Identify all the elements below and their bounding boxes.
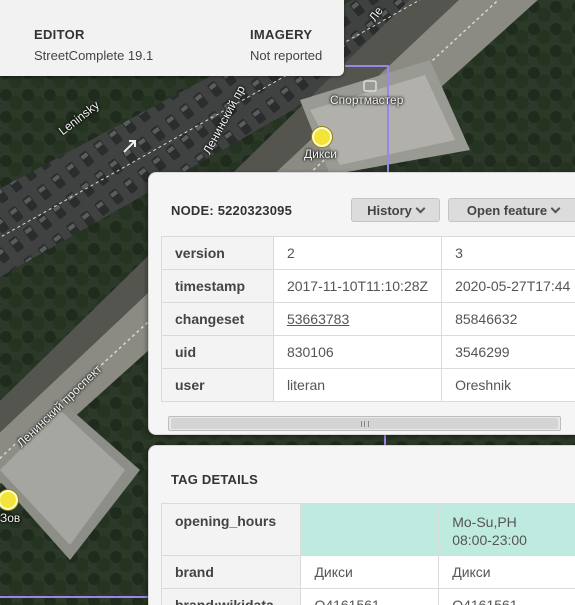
old-value: 830106 [272,335,443,369]
table-row: user literan Oreshnik [161,368,575,402]
table-row: changeset 53663783 85846632 [161,302,575,336]
imagery-section: IMAGERY Not reported [250,27,322,63]
row-key: user [161,368,274,402]
new-value-line: 08:00-23:00 [452,532,527,548]
old-value: 2 [272,236,443,270]
poi-label-diksi: Дикси [304,147,337,161]
new-value: 85846632 [441,302,575,336]
row-key: timestamp [161,269,274,303]
editor-value: StreetComplete 19.1 [34,48,154,63]
row-key: uid [161,335,274,369]
poi-label-zov: Зов [0,511,21,525]
node-title: NODE: 5220323095 [171,203,292,218]
tag-details-title: TAG DETAILS [171,472,258,487]
editor-section: EDITOR StreetComplete 19.1 [34,27,153,63]
tag-key: brand:wikidata [160,588,302,605]
tag-diff-table: opening_hours Mo-Su,PH 08:00-23:00 brand… [160,503,575,605]
row-key: changeset [161,302,274,336]
old-value: 53663783 [272,302,443,336]
poi-marker-diksi[interactable] [312,127,332,147]
node-details-panel: NODE: 5220323095 History Open feature ve… [148,172,575,435]
new-value: 2020-05-27T17:44 [441,269,575,303]
changeset-info-card: EDITOR StreetComplete 19.1 IMAGERY Not r… [0,0,344,76]
old-value [300,503,440,556]
chevron-down-icon [415,203,426,213]
table-row: brand:wikidata Q4161561 Q4161561 [160,588,575,605]
open-feature-button-label: Open feature [466,202,548,218]
new-value: Oreshnik [441,368,575,402]
new-value: Дикси [438,555,575,589]
chevron-down-icon [550,203,561,213]
new-value: Mo-Su,PH 08:00-23:00 [438,503,575,556]
row-key: version [161,236,274,270]
old-value: Q4161561 [300,588,440,605]
table-row: brand Дикси Дикси [160,555,575,589]
editor-label: EDITOR [34,27,85,42]
old-value: Дикси [300,555,440,589]
tag-key: brand [160,555,302,589]
poi-label-sportmaster: Спортмастер [330,93,404,107]
table-row: timestamp 2017-11-10T11:10:28Z 2020-05-2… [161,269,575,303]
tag-key: opening_hours [160,503,302,556]
old-value: literan [272,368,443,402]
history-button-label: History [367,202,412,218]
imagery-label: IMAGERY [250,27,313,42]
new-value: Q4161561 [438,588,575,605]
table-row: version 2 3 [161,236,575,270]
imagery-value: Not reported [250,48,323,63]
new-value-line: Mo-Su,PH [452,514,517,530]
node-version-table: version 2 3 timestamp 2017-11-10T11:10:2… [161,236,575,402]
table-row: opening_hours Mo-Su,PH 08:00-23:00 [160,503,575,556]
horizontal-scrollbar[interactable] [168,416,561,431]
open-feature-button[interactable]: Open feature [448,198,575,222]
grip-icon [360,421,369,427]
tag-details-panel: TAG DETAILS opening_hours Mo-Su,PH 08:00… [148,445,575,605]
new-value: 3546299 [441,335,575,369]
new-value: 3 [441,236,575,270]
old-value: 2017-11-10T11:10:28Z [272,269,443,303]
changeset-link[interactable]: 53663783 [287,311,349,327]
scrollbar-thumb[interactable] [171,418,558,429]
table-row: uid 830106 3546299 [161,335,575,369]
history-button[interactable]: History [351,198,440,222]
